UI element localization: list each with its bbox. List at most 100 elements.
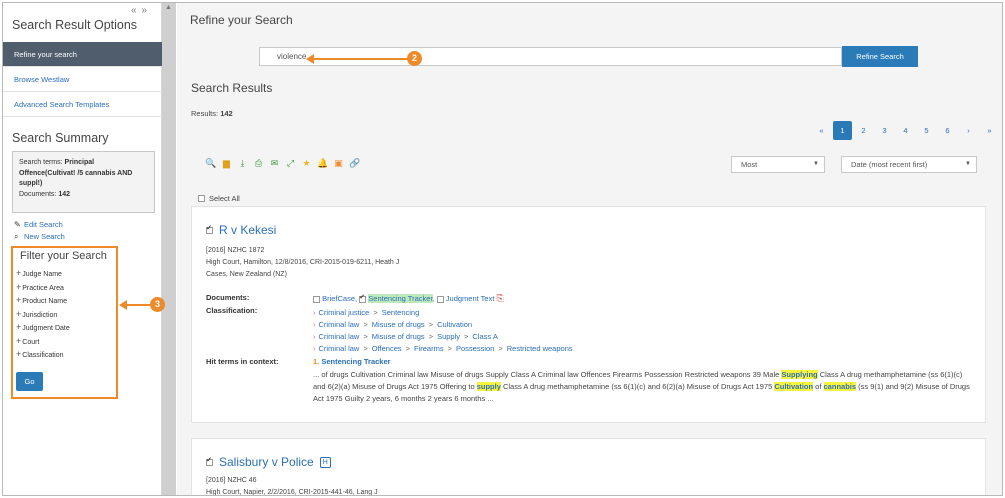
edit-search-label: Edit Search — [24, 220, 63, 229]
page-first[interactable]: « — [811, 121, 832, 140]
filter-label: Judgment Date — [22, 325, 70, 332]
page-next[interactable]: › — [958, 121, 979, 140]
filter-label: Jurisdiction — [22, 311, 58, 319]
sidebar-item-browse-westlaw[interactable]: Browse Westlaw — [3, 67, 162, 92]
result-title-link[interactable]: Salisbury v Police — [219, 455, 314, 469]
classification-link[interactable]: Firearms — [414, 344, 444, 353]
search-results-title: Search Results — [191, 81, 273, 95]
chevron-down-icon: ▼ — [813, 161, 819, 167]
folder-icon[interactable]: ▆ — [221, 158, 232, 169]
classification-link[interactable]: Offences — [372, 344, 402, 353]
hit-term: Supplying — [781, 370, 818, 379]
result-card: R v Kekesi [2016] NZHC 1872 High Court, … — [191, 206, 986, 423]
filter-label: Product Name — [22, 298, 68, 305]
classification-link[interactable]: Restricted weapons — [507, 344, 573, 353]
sidebar: « » Search Result Options Refine your se… — [3, 3, 162, 495]
sentencing-tracker-link[interactable]: Sentencing Tracker — [368, 294, 433, 303]
download-icon[interactable]: ⤓ — [237, 158, 248, 169]
select-all-checkbox[interactable] — [198, 195, 205, 202]
briefcase-checkbox[interactable] — [313, 295, 320, 303]
classification-link[interactable]: Class A — [472, 332, 497, 341]
documents-row-label: Documents: — [206, 293, 250, 302]
expand-icon[interactable]: ⤢ — [285, 158, 296, 169]
documents-value: 142 — [58, 190, 70, 198]
sort-date-select[interactable]: Date (most recent first) ▼ — [841, 156, 977, 173]
page-5[interactable]: 5 — [916, 121, 937, 140]
sort-relevance-value: Most — [741, 160, 758, 169]
filter-item-court[interactable]: +Court — [16, 335, 113, 349]
select-all[interactable]: Select All — [198, 194, 240, 203]
pdf-icon[interactable]: ⎘ — [497, 293, 504, 303]
scroll-up-icon[interactable]: ▲ — [165, 4, 172, 11]
classification-link[interactable]: Criminal justice — [319, 308, 370, 317]
plus-icon: + — [16, 281, 22, 292]
classification-link[interactable]: Criminal law — [319, 320, 360, 329]
new-search-label: New Search — [24, 232, 65, 241]
search-terms-label: Search terms: — [19, 159, 63, 166]
print-icon[interactable]: ⎙ — [253, 158, 264, 169]
plus-icon: + — [16, 268, 22, 278]
judgment-text-link[interactable]: Judgment Text — [446, 294, 495, 303]
new-search-link[interactable]: ⌕ New Search — [14, 232, 65, 242]
email-icon[interactable]: ✉ — [269, 158, 280, 169]
result-checkbox[interactable] — [206, 456, 213, 466]
result-title-link[interactable]: R v Kekesi — [219, 223, 276, 237]
hit-text: Class A drug methamphetamine (ss 6(1)(c)… — [500, 382, 775, 391]
filter-item-practice-area[interactable]: +Practice Area — [16, 281, 113, 295]
page-6[interactable]: 6 — [937, 121, 958, 140]
history-badge-icon[interactable]: H — [319, 456, 331, 468]
classification-link[interactable]: Misuse of drugs — [372, 320, 425, 329]
page-2[interactable]: 2 — [853, 121, 874, 140]
filter-item-judge-name[interactable]: +Judge Name — [16, 267, 113, 281]
result-title[interactable]: R v Kekesi — [206, 223, 276, 237]
rss-icon[interactable]: ▣ — [333, 158, 344, 169]
sidebar-scrollbar[interactable]: ▲ — [162, 3, 176, 495]
star-icon[interactable]: ★ — [301, 158, 312, 169]
judgment-checkbox[interactable] — [436, 295, 444, 303]
link-icon[interactable]: 🔗 — [349, 158, 360, 169]
result-checkbox[interactable] — [206, 224, 213, 234]
filter-item-product-name[interactable]: +Product Name — [16, 294, 113, 308]
hit-term: cannabis — [823, 382, 857, 391]
result-title[interactable]: Salisbury v Police H — [206, 455, 331, 469]
plus-icon: + — [16, 349, 22, 359]
classification-row-label: Classification: — [206, 306, 258, 315]
filter-go-button[interactable]: Go — [16, 372, 43, 391]
alert-bell-icon[interactable]: 🔔 — [317, 158, 328, 169]
hit-text: ... of drugs Cultivation Criminal law Mi… — [313, 370, 782, 379]
page-last[interactable]: » — [979, 121, 1000, 140]
classification-path: › Criminal law > Misuse of drugs > Cultivatio… — [313, 320, 473, 329]
sidebar-item-refine-search[interactable]: Refine your search — [3, 42, 162, 67]
search-within-icon[interactable]: 🔍 — [205, 158, 216, 169]
edit-search-link[interactable]: ✎ Edit Search — [14, 220, 63, 229]
chevron-right-icon: › — [313, 320, 316, 329]
classification-link[interactable]: Criminal law — [319, 332, 360, 341]
refine-search-input[interactable]: violence — [259, 47, 842, 66]
page-1[interactable]: 1 — [833, 121, 852, 140]
page-3[interactable]: 3 — [874, 121, 895, 140]
filter-item-classification[interactable]: +Classification — [16, 348, 113, 362]
result-report: Cases, New Zealand (NZ) — [206, 271, 287, 278]
hit-title[interactable]: Sentencing Tracker — [321, 357, 390, 366]
filter-item-judgment-date[interactable]: +Judgment Date — [16, 321, 113, 335]
annotation-arrow-line — [125, 304, 151, 306]
pencil-icon: ✎ — [14, 220, 21, 229]
hit-heading[interactable]: 1. Sentencing Tracker — [313, 357, 391, 366]
classification-link[interactable]: Possession — [456, 344, 494, 353]
classification-link[interactable]: Sentencing — [382, 308, 420, 317]
sort-relevance-select[interactable]: Most ▼ — [731, 156, 825, 173]
chevron-right-icon: › — [313, 344, 316, 353]
pagination: « 1 2 3 4 5 6 › » — [811, 121, 1000, 140]
classification-link[interactable]: Misuse of drugs — [372, 332, 425, 341]
classification-link[interactable]: Cultivation — [437, 320, 472, 329]
briefcase-link[interactable]: BriefCase, — [322, 294, 357, 303]
sidebar-item-advanced-templates[interactable]: Advanced Search Templates — [3, 92, 162, 117]
classification-link[interactable]: Criminal law — [319, 344, 360, 353]
refine-search-button[interactable]: Refine Search — [842, 46, 918, 67]
select-all-label: Select All — [209, 194, 240, 203]
filter-item-jurisdiction[interactable]: +Jurisdiction — [16, 308, 113, 322]
page-4[interactable]: 4 — [895, 121, 916, 140]
collapse-sidebar-icon[interactable]: « » — [131, 5, 148, 16]
tracker-checkbox[interactable] — [359, 293, 367, 303]
classification-link[interactable]: Supply — [437, 332, 460, 341]
